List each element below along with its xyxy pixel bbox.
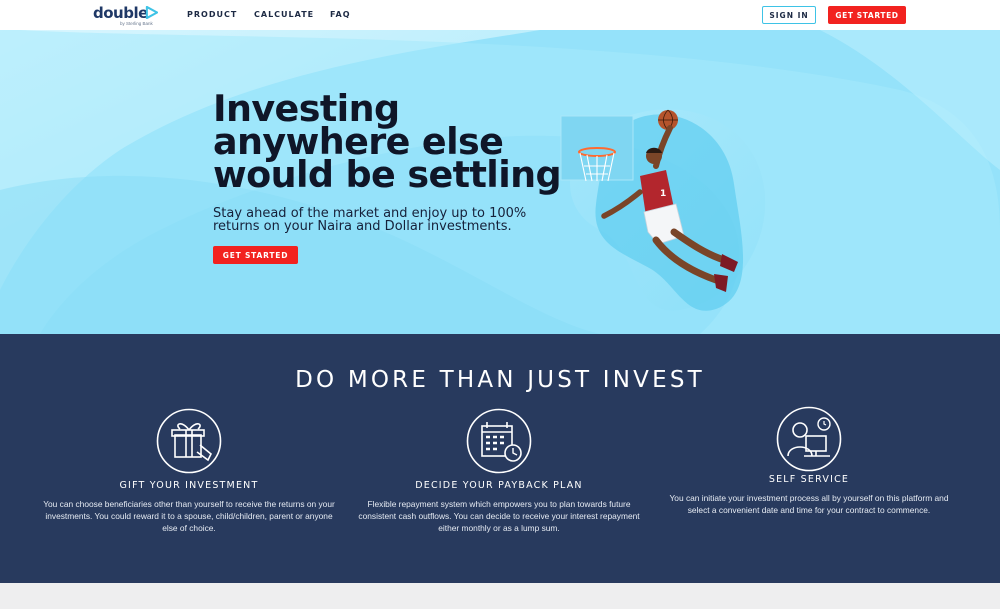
jersey-number: 1 xyxy=(660,189,666,199)
nav-link-product[interactable]: PRODUCT xyxy=(187,10,237,19)
double-logo[interactable]: double by Sterling Bank xyxy=(93,4,165,28)
basketball-player-illustration: 1 xyxy=(560,109,744,311)
feature-heading-gift: GIFT YOUR INVESTMENT xyxy=(119,480,259,491)
features-section: DO MORE THAN JUST INVEST GIFT YOUR INVES… xyxy=(0,334,1000,583)
logo-wordmark: double xyxy=(93,4,148,22)
feature-heading-self-service: SELF SERVICE xyxy=(768,474,850,485)
feature-text-gift: You can choose beneficiaries other than … xyxy=(43,499,335,533)
nav-link-calculate[interactable]: CALCULATE xyxy=(254,10,314,19)
sign-in-button[interactable]: SIGN IN xyxy=(762,6,816,24)
hero-subtitle: Stay ahead of the market and enjoy up to… xyxy=(213,206,527,234)
features-title: DO MORE THAN JUST INVEST xyxy=(295,367,705,393)
footer-strip xyxy=(0,583,1000,609)
logo-subtext: by Sterling Bank xyxy=(120,21,153,26)
self-service-icon xyxy=(776,406,842,472)
feature-text-payback: Flexible repayment system which empowers… xyxy=(358,499,640,533)
hero-section: Investing anywhere else would be settlin… xyxy=(0,30,1000,334)
hero-get-started-button[interactable]: GET STARTED xyxy=(213,246,298,264)
feature-heading-payback: DECIDE YOUR PAYBACK PLAN xyxy=(415,480,583,491)
feature-text-self-service: You can initiate your investment process… xyxy=(669,493,949,515)
top-nav: double by Sterling Bank PRODUCT CALCULAT… xyxy=(0,0,1000,30)
gift-icon xyxy=(156,408,222,474)
calendar-clock-icon xyxy=(466,408,532,474)
hero-headline: Investing anywhere else would be settlin… xyxy=(213,87,562,196)
nav-get-started-button[interactable]: GET STARTED xyxy=(828,6,906,24)
play-icon xyxy=(145,6,158,19)
nav-link-faq[interactable]: FAQ xyxy=(330,10,351,19)
